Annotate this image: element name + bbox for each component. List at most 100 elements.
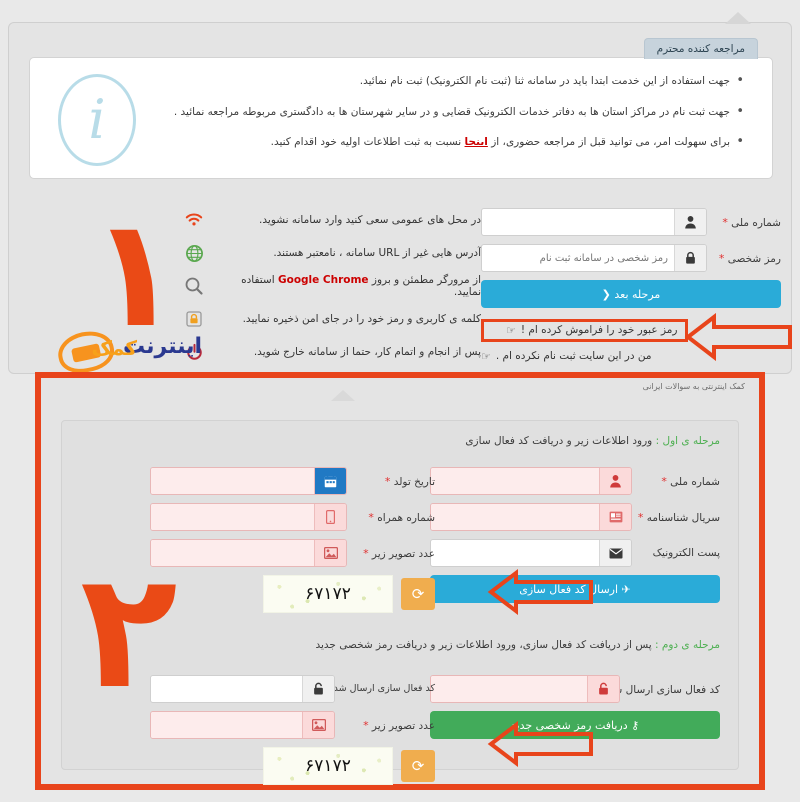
captcha2-input[interactable] [151,712,302,738]
user-icon [674,209,706,235]
email-input[interactable] [431,540,599,566]
national-id-input[interactable] [431,468,599,494]
image-icon [314,540,346,566]
tip-text: آدرس هایی غیر از URL سامانه ، نامعتبر هس… [273,247,481,259]
unlock-icon [587,676,619,702]
label-id-serial: سریال شناسنامه * [637,510,720,524]
next-step-button[interactable]: مرحله بعد ❮ [481,280,781,308]
panel-notch-icon [725,12,751,24]
info-bullet-list: جهت استفاده از این خدمت ابتدا باید در سا… [160,72,744,166]
stage2-heading: مرحله ی دوم : پس از دریافت کد فعال سازی،… [315,639,720,651]
required-marker: * [384,474,391,488]
send-activation-code-button[interactable]: ✈ ارسال کد فعال سازی [430,575,720,603]
lock-icon [181,307,207,331]
tip-text: کلمه ی کاربری و رمز خود را در جای امن ذخ… [242,313,481,325]
get-new-password-button[interactable]: ⚷ دریافت رمز شخصی جدید [430,711,720,739]
input-group-national-id[interactable] [430,467,632,495]
get-new-password-label: دریافت رمز شخصی جدید [510,718,628,732]
captcha-image: ۶۷۱۷۲ [263,575,393,613]
required-marker: * [637,510,644,524]
not-registered-link[interactable]: من در این سایت ثبت نام نکرده ام . [496,350,652,362]
field-row-birthdate: تاریخ تولد * [150,467,435,495]
watermark-tagline: کمک اینترنتی به سوالات ایرانی [642,382,745,391]
tip-row: آدرس هایی غیر از URL سامانه ، نامعتبر هس… [181,238,481,268]
input-group-email[interactable] [430,539,632,567]
id-card-icon [599,504,631,530]
info-bullet-3: برای سهولت امر، می توانید قبل از مراجعه … [160,133,744,151]
stage2-right-column: کد فعال سازی ارسال شده به شماره همراه * … [430,675,720,739]
label-captcha: عدد تصویر زیر * [363,546,435,560]
bullet3-prefix: برای سهولت امر، می توانید قبل از مراجعه … [487,136,730,149]
required-marker: * [718,251,725,265]
input-group-sms-activation-code[interactable] [430,675,620,703]
input-group-id-serial[interactable] [430,503,632,531]
field-row-sms-activation-code: کد فعال سازی ارسال شده به شماره همراه * [430,675,720,703]
input-group-mobile[interactable] [150,503,347,531]
tip-prefix: از مرورگر مطمئن و بروز [368,274,481,286]
field-row-national-id: شماره ملی * [481,208,781,236]
tip-row: کلمه ی کاربری و رمز خود را در جای امن ذخ… [181,304,481,334]
refresh-icon[interactable]: ⟳ [401,750,435,782]
pointing-hand-icon: ☞ [481,349,491,363]
field-row-mobile: شماره همراه * [150,503,435,531]
field-row-captcha2: عدد تصویر زیر * [150,711,435,739]
chevron-left-icon: ❮ [601,287,611,301]
wifi-icon [181,208,207,232]
birthdate-input[interactable] [151,468,314,494]
mobile-input[interactable] [151,504,314,530]
label-national-id: شماره ملی * [722,215,781,229]
id-serial-input[interactable] [431,504,599,530]
chrome-brand-label: Google Chrome [277,274,369,286]
input-group-personal-password[interactable] [481,244,707,272]
sms-activation-code-input[interactable] [431,676,587,702]
email-activation-code-input[interactable] [151,676,302,702]
registration-panel: ۲ مرحله ی اول : ورود اطلاعات زیر و دریاف… [61,420,739,785]
forgot-password-highlight-box[interactable]: رمز عبور خود را فراموش کرده ام ! ☞ [481,318,689,342]
label-email-activation-code: کد فعال سازی ارسال شده به پست الکترونیک [253,683,435,695]
info-box-tab-title: مراجعه کننده محترم [643,38,758,59]
forgot-password-link[interactable]: رمز عبور خود را فراموش کرده ام ! [521,324,678,336]
captcha-row: ⟳ ۶۷۱۷۲ [150,575,435,613]
input-group-email-activation-code[interactable] [150,675,335,703]
register-here-link[interactable]: اینجا [465,136,488,148]
label-mobile: شماره همراه * [368,510,435,524]
label-national-id: شماره ملی * [661,474,720,488]
input-group-captcha2[interactable] [150,711,335,739]
top-panel: مراجعه کننده محترم i جهت استفاده از این … [8,12,792,374]
input-group-captcha[interactable] [150,539,347,567]
captcha-image: ۶۷۱۷۲ [263,747,393,785]
national-id-input[interactable] [482,209,674,235]
envelope-icon [599,540,631,566]
stage2-label: مرحله ی دوم : [654,639,720,651]
tip-row: از مرورگر مطمئن و بروز Google Chrome است… [181,271,481,301]
globe-icon [181,241,207,265]
stage1-heading: مرحله ی اول : ورود اطلاعات زیر و دریافت … [465,435,720,447]
info-bullet-2: جهت ثبت نام در مراکز استان ها به دفاتر خ… [160,103,744,121]
watermark-brand-k: کمک [91,336,137,360]
send-activation-code-label: ارسال کد فعال سازی [519,582,619,596]
required-marker: * [363,718,369,732]
forgot-password-row: رمز عبور خود را فراموش کرده ام ! ☞ [481,318,781,342]
stage2-left-column: کد فعال سازی ارسال شده به پست الکترونیک … [150,675,435,785]
input-group-national-id[interactable] [481,208,707,236]
captcha-input[interactable] [151,540,314,566]
stage1-label: مرحله ی اول : [655,435,720,447]
stage1-right-column: شماره ملی * سریال شناسنامه * پست الکترون… [430,467,720,603]
input-group-birthdate[interactable] [150,467,347,495]
tip-text: پس از انجام و اتمام کار، حتما از سامانه … [253,346,481,358]
login-form: شماره ملی * رمز شخصی * مرحله بعد ❮ رمز ع… [481,208,781,366]
required-marker: * [368,510,374,524]
lock-open-icon [302,676,334,702]
next-button-wrap: مرحله بعد ❮ [481,280,781,308]
stage2-submit-wrap: ⚷ دریافت رمز شخصی جدید [430,711,720,739]
registration-panel-highlight: کمک اینترنتی به سوالات ایرانی ۲ مرحله ی … [35,372,765,790]
personal-password-input[interactable] [482,245,674,271]
panel-notch-icon [331,390,355,401]
calendar-icon[interactable] [314,468,346,494]
mobile-icon [314,504,346,530]
required-marker: * [722,215,728,229]
stage1-submit-wrap: ✈ ارسال کد فعال سازی [430,575,720,603]
info-box: مراجعه کننده محترم i جهت استفاده از این … [29,38,773,179]
field-row-personal-password: رمز شخصی * [481,244,781,272]
refresh-icon[interactable]: ⟳ [401,578,435,610]
